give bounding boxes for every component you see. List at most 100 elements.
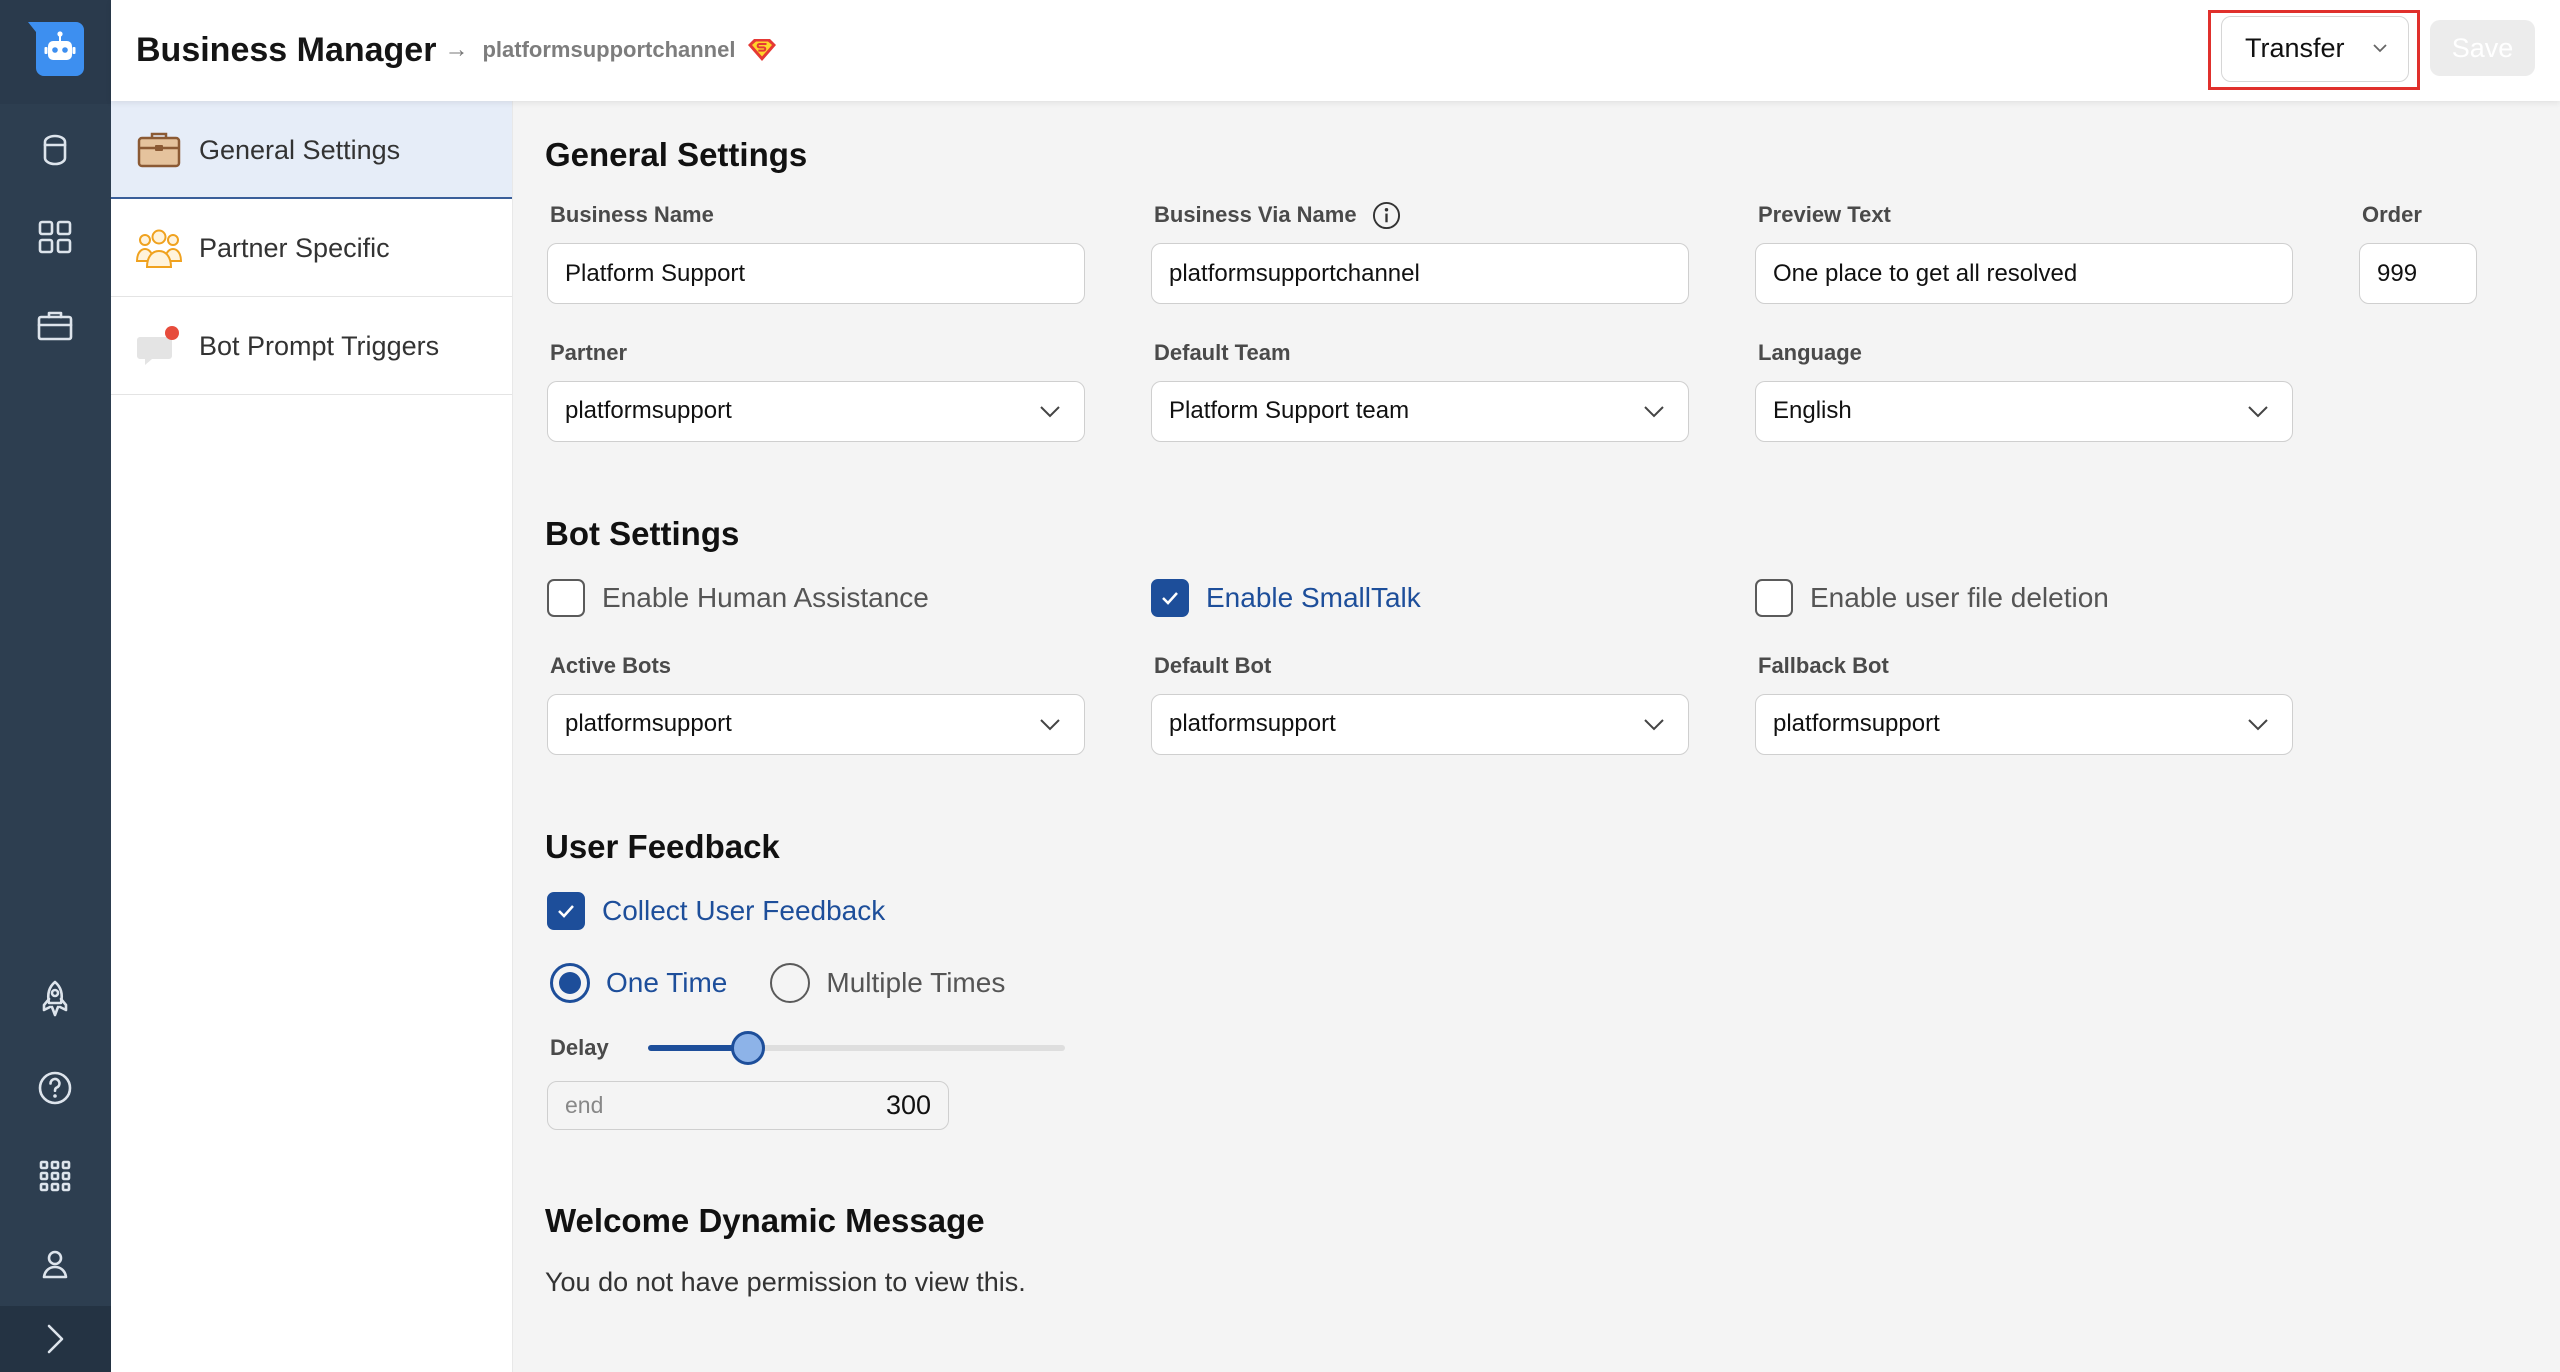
business-via-name-input[interactable] xyxy=(1151,243,1689,304)
chat-alert-icon xyxy=(136,323,182,369)
bot-toggles-row: Enable Human Assistance Enable SmallTalk… xyxy=(547,578,2477,618)
rocket-icon[interactable] xyxy=(35,979,75,1019)
business-name-field: Business Name xyxy=(547,201,1085,304)
breadcrumb: Business Manager → platformsupportchanne… xyxy=(136,29,777,71)
settings-content: General Settings Business Name Business … xyxy=(513,101,2560,1372)
business-name-label: Business Name xyxy=(550,202,714,227)
default-bot-label: Default Bot xyxy=(1154,653,1272,678)
bot-logo-icon[interactable] xyxy=(26,20,86,78)
bot-settings-heading: Bot Settings xyxy=(545,515,740,552)
radio-multiple-times[interactable]: Multiple Times xyxy=(770,963,1005,1003)
default-team-select-value: Platform Support team xyxy=(1169,397,1410,424)
delay-input[interactable]: end 300 xyxy=(547,1081,949,1130)
default-team-select[interactable]: Platform Support team xyxy=(1151,381,1689,442)
radio-circle[interactable] xyxy=(550,963,590,1003)
chevron-down-icon xyxy=(1643,405,1665,419)
chevron-down-icon xyxy=(1039,718,1061,732)
language-field: Language English xyxy=(1755,339,2293,442)
welcome-message-heading: Welcome Dynamic Message xyxy=(545,1202,985,1239)
chevron-down-icon xyxy=(1039,405,1061,419)
nav-item-general-settings[interactable]: General Settings xyxy=(111,101,512,199)
collect-feedback-checkbox[interactable]: Collect User Feedback xyxy=(547,891,885,931)
general-row-1: Business Name Business Via Name Preview … xyxy=(547,201,2477,304)
preview-text-field: Preview Text xyxy=(1755,201,2293,304)
user-feedback-heading: User Feedback xyxy=(545,828,780,865)
file-deletion-checkbox[interactable]: Enable user file deletion xyxy=(1755,578,2293,618)
checkbox-box[interactable] xyxy=(1151,579,1189,617)
business-via-name-label: Business Via Name xyxy=(1154,202,1357,227)
delay-value: 300 xyxy=(885,1090,931,1120)
chevron-down-icon xyxy=(1643,718,1665,732)
help-icon[interactable] xyxy=(35,1068,75,1108)
general-settings-heading: General Settings xyxy=(545,136,808,173)
nav-item-label: Bot Prompt Triggers xyxy=(199,331,440,361)
channel-name: platformsupportchannel xyxy=(482,37,736,62)
human-assistance-checkbox[interactable]: Enable Human Assistance xyxy=(547,578,1085,618)
partner-people-icon xyxy=(136,225,182,271)
checkbox-label: Collect User Feedback xyxy=(602,895,886,926)
radio-label: One Time xyxy=(606,967,728,998)
save-button[interactable]: Save xyxy=(2430,20,2535,76)
nav-item-label: General Settings xyxy=(199,135,401,165)
page-title: Business Manager xyxy=(136,31,437,69)
partner-field: Partner platformsupport xyxy=(547,339,1085,442)
delay-slider[interactable] xyxy=(648,1031,1065,1065)
default-bot-select[interactable]: platformsupport xyxy=(1151,694,1689,755)
checkbox-box[interactable] xyxy=(547,579,585,617)
nav-item-partner-specific[interactable]: Partner Specific xyxy=(111,199,512,297)
radio-circle[interactable] xyxy=(770,963,811,1003)
rail-expand-bar[interactable] xyxy=(0,1306,111,1372)
checkbox-box[interactable] xyxy=(1755,579,1793,617)
language-select-value: English xyxy=(1773,397,1852,424)
order-label: Order xyxy=(2362,202,2422,227)
chevron-down-icon xyxy=(2372,43,2388,54)
preview-text-label: Preview Text xyxy=(1758,202,1891,227)
permission-message: You do not have permission to view this. xyxy=(545,1267,1026,1297)
checkbox-label: Enable SmallTalk xyxy=(1206,582,1421,613)
nav-item-label: Partner Specific xyxy=(199,233,390,263)
business-via-name-field: Business Via Name xyxy=(1151,201,1689,304)
order-input[interactable] xyxy=(2359,243,2477,304)
briefcase-icon xyxy=(136,127,182,173)
settings-nav: General Settings Partner Specific Bot Pr… xyxy=(111,101,513,1372)
app-rail xyxy=(0,0,111,1372)
radio-one-time[interactable]: One Time xyxy=(550,963,727,1003)
briefcase-icon[interactable] xyxy=(35,305,75,345)
partner-select[interactable]: platformsupport xyxy=(547,381,1085,442)
feedback-frequency-radios: One Time Multiple Times xyxy=(550,963,1005,1003)
delay-unit-label: end xyxy=(565,1092,604,1118)
active-bots-select[interactable]: platformsupport xyxy=(547,694,1085,755)
info-icon[interactable] xyxy=(1372,201,1401,230)
delay-label: Delay xyxy=(550,1035,609,1060)
default-bot-field: Default Bot platformsupport xyxy=(1151,652,1689,755)
active-bots-field: Active Bots platformsupport xyxy=(547,652,1085,755)
fallback-bot-select-value: platformsupport xyxy=(1773,710,1940,737)
app-launcher-icon[interactable] xyxy=(35,1156,75,1196)
transfer-dropdown[interactable]: Transfer xyxy=(2221,16,2409,82)
business-name-input[interactable] xyxy=(547,243,1085,304)
nav-item-bot-prompt-triggers[interactable]: Bot Prompt Triggers xyxy=(111,297,512,395)
checkbox-label: Enable Human Assistance xyxy=(602,582,929,613)
transfer-label: Transfer xyxy=(2245,33,2345,63)
radio-label: Multiple Times xyxy=(826,967,1006,998)
fallback-bot-field: Fallback Bot platformsupport xyxy=(1755,652,2293,755)
chevron-right-icon[interactable] xyxy=(35,1319,75,1359)
delay-slider-thumb[interactable] xyxy=(731,1031,766,1065)
database-icon[interactable] xyxy=(35,130,75,170)
partner-select-value: platformsupport xyxy=(565,397,732,424)
default-team-field: Default Team Platform Support team xyxy=(1151,339,1689,442)
default-team-label: Default Team xyxy=(1154,340,1291,365)
smalltalk-checkbox[interactable]: Enable SmallTalk xyxy=(1151,578,1689,618)
language-select[interactable]: English xyxy=(1755,381,2293,442)
order-field: Order xyxy=(2359,201,2477,304)
checkbox-label: Enable user file deletion xyxy=(1810,582,2109,613)
checkbox-box[interactable] xyxy=(547,892,585,930)
user-icon[interactable] xyxy=(35,1244,75,1284)
default-bot-select-value: platformsupport xyxy=(1169,710,1336,737)
chevron-down-icon xyxy=(2247,405,2269,419)
preview-text-input[interactable] xyxy=(1755,243,2293,304)
fallback-bot-select[interactable]: platformsupport xyxy=(1755,694,2293,755)
language-label: Language xyxy=(1758,340,1862,365)
apps-grid-icon[interactable] xyxy=(35,217,75,257)
active-bots-label: Active Bots xyxy=(550,653,672,678)
